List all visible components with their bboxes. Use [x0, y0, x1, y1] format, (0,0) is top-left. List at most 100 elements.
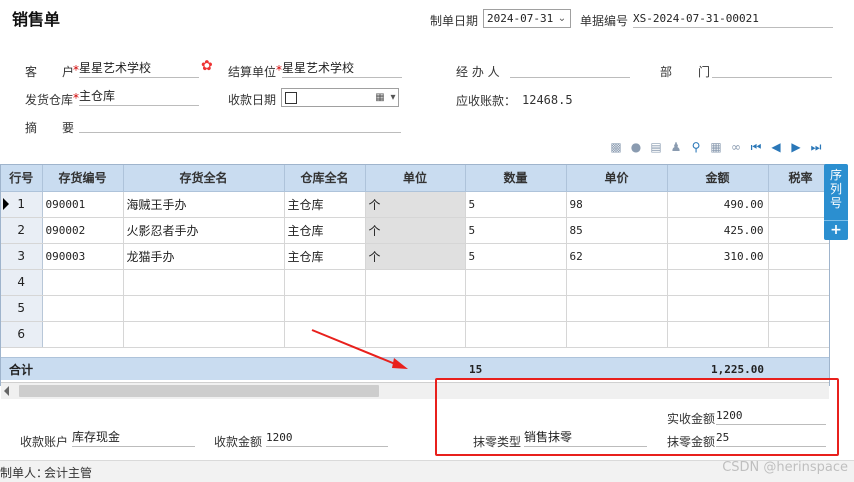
cell-warehouse[interactable]: 主仓库 [284, 243, 366, 270]
table-row[interactable]: 5 [1, 295, 829, 322]
cell-qty[interactable]: 5 [465, 217, 567, 244]
dept-label-b: 门 [698, 65, 711, 79]
attach-icon[interactable]: ∞ [728, 139, 744, 155]
cell-price[interactable]: 62 [566, 243, 668, 270]
calculator-icon[interactable]: ▦ [708, 139, 724, 155]
receivable-label: 应收账款： [456, 94, 517, 108]
table-row[interactable]: 4 [1, 269, 829, 296]
prev-icon[interactable]: ◀ [768, 139, 784, 155]
column-header[interactable]: 单价 [566, 165, 668, 192]
row-number[interactable]: 5 [1, 295, 43, 322]
settle-label: 结算单位 [228, 65, 277, 79]
row-pointer-icon [3, 197, 9, 210]
warehouse-field[interactable]: 主仓库 [79, 88, 199, 106]
column-header[interactable]: 数量 [465, 165, 567, 192]
total-label: 合计 [9, 362, 34, 377]
receive-amount-field[interactable]: 1200 [266, 429, 388, 447]
last-icon[interactable]: ⏭ [808, 139, 824, 155]
receive-date-label: 收款日期 [228, 93, 277, 107]
account-field[interactable]: 库存现金 [72, 429, 195, 447]
calendar-icon[interactable]: ▦ [372, 92, 388, 103]
handler-field[interactable] [510, 60, 630, 78]
cell-tax[interactable] [768, 243, 829, 270]
cell-code[interactable]: 090002 [42, 217, 124, 244]
cell-price[interactable]: 98 [566, 191, 668, 218]
cell-name[interactable]: 海贼王手办 [123, 191, 285, 218]
account-label: 收款账户 [20, 435, 69, 449]
column-header[interactable]: 单位 [365, 165, 466, 192]
next-icon[interactable]: ▶ [788, 139, 804, 155]
chart-icon[interactable]: ▤ [648, 139, 664, 155]
cell-warehouse[interactable]: 主仓库 [284, 217, 366, 244]
grid-icon[interactable]: ▩ [608, 139, 624, 155]
chevron-down-icon[interactable]: ⌄ [554, 13, 570, 24]
footprint-icon[interactable]: ✿ [201, 58, 213, 74]
total-qty: 15 [469, 362, 483, 376]
scroll-thumb[interactable] [19, 385, 379, 397]
comment-icon[interactable]: ● [628, 139, 644, 155]
dept-field[interactable] [712, 60, 832, 78]
cell-price[interactable]: 85 [566, 217, 668, 244]
receive-date-picker[interactable]: ▦ ▾ [281, 88, 399, 107]
cell-code[interactable]: 090003 [42, 243, 124, 270]
cell-name[interactable]: 龙猫手办 [123, 243, 285, 270]
watermark: CSDN @herinspace [722, 460, 848, 475]
date-picker[interactable]: 2024-07-31 ⌄ [483, 9, 571, 28]
cell-amount[interactable]: 490.00 [667, 191, 769, 218]
row-number[interactable]: 6 [1, 321, 43, 348]
warehouse-label: 发货仓库 [25, 93, 74, 107]
cell-qty[interactable]: 5 [465, 243, 567, 270]
cell-amount[interactable]: 310.00 [667, 243, 769, 270]
grid-toolbar: ▩ ● ▤ ♟ ⚲ ▦ ∞ ⏮ ◀ ▶ ⏭ [608, 139, 824, 155]
page-title: 销售单 [12, 10, 61, 29]
handler-label: 经 办 人 [456, 65, 500, 79]
receive-amount-label: 收款金额 [214, 435, 263, 449]
cell-warehouse[interactable]: 主仓库 [284, 191, 366, 218]
cell-name[interactable]: 火影忍者手办 [123, 217, 285, 244]
docno-label: 单据编号 [580, 14, 629, 28]
cell-qty[interactable]: 5 [465, 191, 567, 218]
cell-amount[interactable]: 425.00 [667, 217, 769, 244]
serial-number-tab[interactable]: 序列号 + [824, 164, 848, 240]
date-value: 2024-07-31 [487, 12, 554, 25]
column-header[interactable]: 行号 [1, 165, 43, 192]
column-header[interactable]: 金额 [667, 165, 769, 192]
summary-label-a: 摘 [25, 121, 38, 135]
first-icon[interactable]: ⏮ [748, 139, 764, 155]
date-label: 制单日期 [430, 14, 479, 28]
table-row[interactable]: 3 090003 龙猫手办 主仓库 个 5 62 310.00 [1, 243, 829, 270]
docno-field[interactable]: XS-2024-07-31-00021 [633, 10, 833, 28]
cell-code[interactable]: 090001 [42, 191, 124, 218]
cell-tax[interactable] [768, 191, 829, 218]
chevron-down-icon[interactable]: ▾ [388, 92, 398, 103]
search-icon[interactable]: ⚲ [688, 139, 704, 155]
row-number[interactable]: 4 [1, 269, 43, 296]
add-icon[interactable]: + [824, 220, 848, 238]
row-number[interactable]: 3 [1, 243, 43, 270]
cell-unit[interactable]: 个 [365, 243, 466, 270]
customer-field[interactable]: 星星艺术学校 [79, 60, 199, 78]
settle-field[interactable]: 星星艺术学校 [282, 60, 402, 78]
row-number[interactable]: 2 [1, 217, 43, 244]
total-amount: 1,225.00 [711, 362, 764, 376]
column-header[interactable]: 税率 [768, 165, 829, 192]
row-number[interactable]: 1 [1, 191, 43, 218]
cell-unit[interactable]: 个 [365, 191, 466, 218]
receive-date-checkbox[interactable] [285, 91, 297, 104]
highlight-box [435, 378, 839, 456]
customer-label-a: 客 [25, 65, 38, 79]
cell-tax[interactable] [768, 217, 829, 244]
table-row[interactable]: 2 090002 火影忍者手办 主仓库 个 5 85 425.00 [1, 217, 829, 244]
creator-label: 制单人： [0, 466, 49, 480]
summary-label-b: 要 [62, 121, 75, 135]
column-header[interactable]: 仓库全名 [284, 165, 366, 192]
column-header[interactable]: 存货编号 [42, 165, 124, 192]
people-icon[interactable]: ♟ [668, 139, 684, 155]
table-row[interactable]: 1 090001 海贼王手办 主仓库 个 5 98 490.00 [1, 191, 829, 218]
annotation-arrow [311, 329, 408, 369]
receivable-value: 12468.5 [522, 93, 573, 107]
scroll-left-icon[interactable] [4, 386, 9, 396]
summary-field[interactable] [79, 115, 401, 133]
column-header[interactable]: 存货全名 [123, 165, 285, 192]
cell-unit[interactable]: 个 [365, 217, 466, 244]
